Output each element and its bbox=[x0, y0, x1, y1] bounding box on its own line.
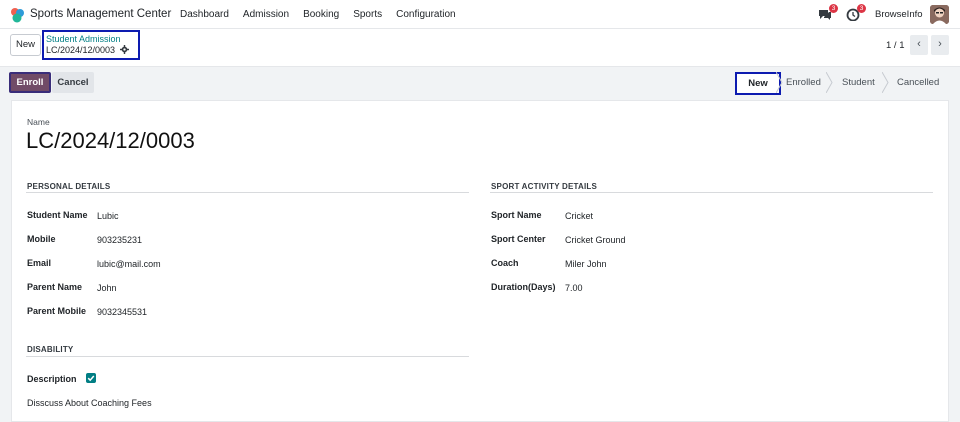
stage-separator bbox=[826, 72, 833, 93]
mobile-field[interactable]: 903235231 bbox=[97, 235, 142, 245]
section-divider bbox=[26, 356, 469, 357]
mobile-label: Mobile bbox=[27, 234, 56, 244]
new-record-button[interactable]: New bbox=[10, 34, 41, 56]
gear-icon[interactable] bbox=[120, 45, 129, 54]
disability-heading: DISABILITY bbox=[27, 345, 74, 354]
sport-activity-heading: SPORT ACTIVITY DETAILS bbox=[491, 182, 598, 191]
stage-cancelled[interactable]: Cancelled bbox=[897, 77, 939, 88]
coach-label: Coach bbox=[491, 258, 519, 268]
parent-name-label: Parent Name bbox=[27, 282, 83, 292]
duration-label: Duration(Days) bbox=[491, 282, 556, 292]
menu-configuration[interactable]: Configuration bbox=[396, 9, 455, 20]
activities-button[interactable]: 3 bbox=[846, 4, 866, 22]
parent-name-field[interactable]: John bbox=[97, 283, 117, 293]
enroll-button[interactable]: Enroll bbox=[9, 72, 51, 93]
pager-next-button[interactable]: › bbox=[931, 35, 949, 55]
main-menu: Dashboard Admission Booking Sports Confi… bbox=[180, 9, 470, 20]
stage-student[interactable]: Student bbox=[842, 77, 875, 88]
duration-field[interactable]: 7.00 bbox=[565, 283, 583, 293]
description-checkbox[interactable] bbox=[86, 373, 96, 383]
menu-dashboard[interactable]: Dashboard bbox=[180, 9, 229, 20]
description-label: Description bbox=[27, 374, 77, 384]
breadcrumb-current: LC/2024/12/0003 bbox=[46, 45, 116, 55]
stage-new[interactable]: New bbox=[735, 72, 781, 95]
stage-separator bbox=[882, 72, 889, 93]
personal-details-heading: PERSONAL DETAILS bbox=[27, 182, 111, 191]
name-field-label: Name bbox=[27, 117, 50, 127]
student-name-field[interactable]: Lubic bbox=[97, 211, 119, 221]
menu-sports[interactable]: Sports bbox=[353, 9, 382, 20]
sport-center-field[interactable]: Cricket Ground bbox=[565, 235, 626, 245]
stage-separator bbox=[776, 72, 783, 93]
stage-enrolled[interactable]: Enrolled bbox=[786, 77, 821, 88]
pager-value[interactable]: 1 / 1 bbox=[886, 40, 905, 51]
chevron-left-icon: ‹ bbox=[917, 38, 921, 50]
company-switcher[interactable]: BrowseInfo bbox=[875, 9, 923, 20]
parent-mobile-field[interactable]: 9032345531 bbox=[97, 307, 147, 317]
sport-name-label: Sport Name bbox=[491, 210, 542, 220]
section-divider bbox=[490, 192, 933, 193]
user-avatar[interactable] bbox=[930, 5, 949, 24]
pager-previous-button[interactable]: ‹ bbox=[910, 35, 928, 55]
breadcrumb-parent-link[interactable]: Student Admission bbox=[46, 34, 121, 44]
chevron-right-icon: › bbox=[938, 38, 942, 50]
app-logo-icon[interactable] bbox=[9, 7, 25, 23]
cancel-button[interactable]: Cancel bbox=[52, 72, 94, 93]
menu-admission[interactable]: Admission bbox=[243, 9, 289, 20]
control-panel bbox=[0, 29, 960, 67]
activities-badge: 3 bbox=[857, 4, 866, 13]
sport-center-label: Sport Center bbox=[491, 234, 546, 244]
app-title[interactable]: Sports Management Center bbox=[30, 8, 171, 20]
messages-button[interactable]: 3 bbox=[818, 4, 838, 21]
record-name[interactable]: LC/2024/12/0003 bbox=[26, 128, 195, 154]
checkmark-icon bbox=[87, 375, 95, 382]
disability-note[interactable]: Disscuss About Coaching Fees bbox=[27, 398, 152, 408]
email-field[interactable]: lubic@mail.com bbox=[97, 259, 161, 269]
menu-booking[interactable]: Booking bbox=[303, 9, 339, 20]
sport-name-field[interactable]: Cricket bbox=[565, 211, 593, 221]
top-navbar: Sports Management Center Dashboard Admis… bbox=[0, 0, 960, 29]
student-name-label: Student Name bbox=[27, 210, 88, 220]
email-label: Email bbox=[27, 258, 52, 268]
coach-field[interactable]: Miler John bbox=[565, 259, 607, 269]
section-divider bbox=[26, 192, 469, 193]
parent-mobile-label: Parent Mobile bbox=[27, 306, 87, 316]
messages-badge: 3 bbox=[829, 4, 838, 13]
